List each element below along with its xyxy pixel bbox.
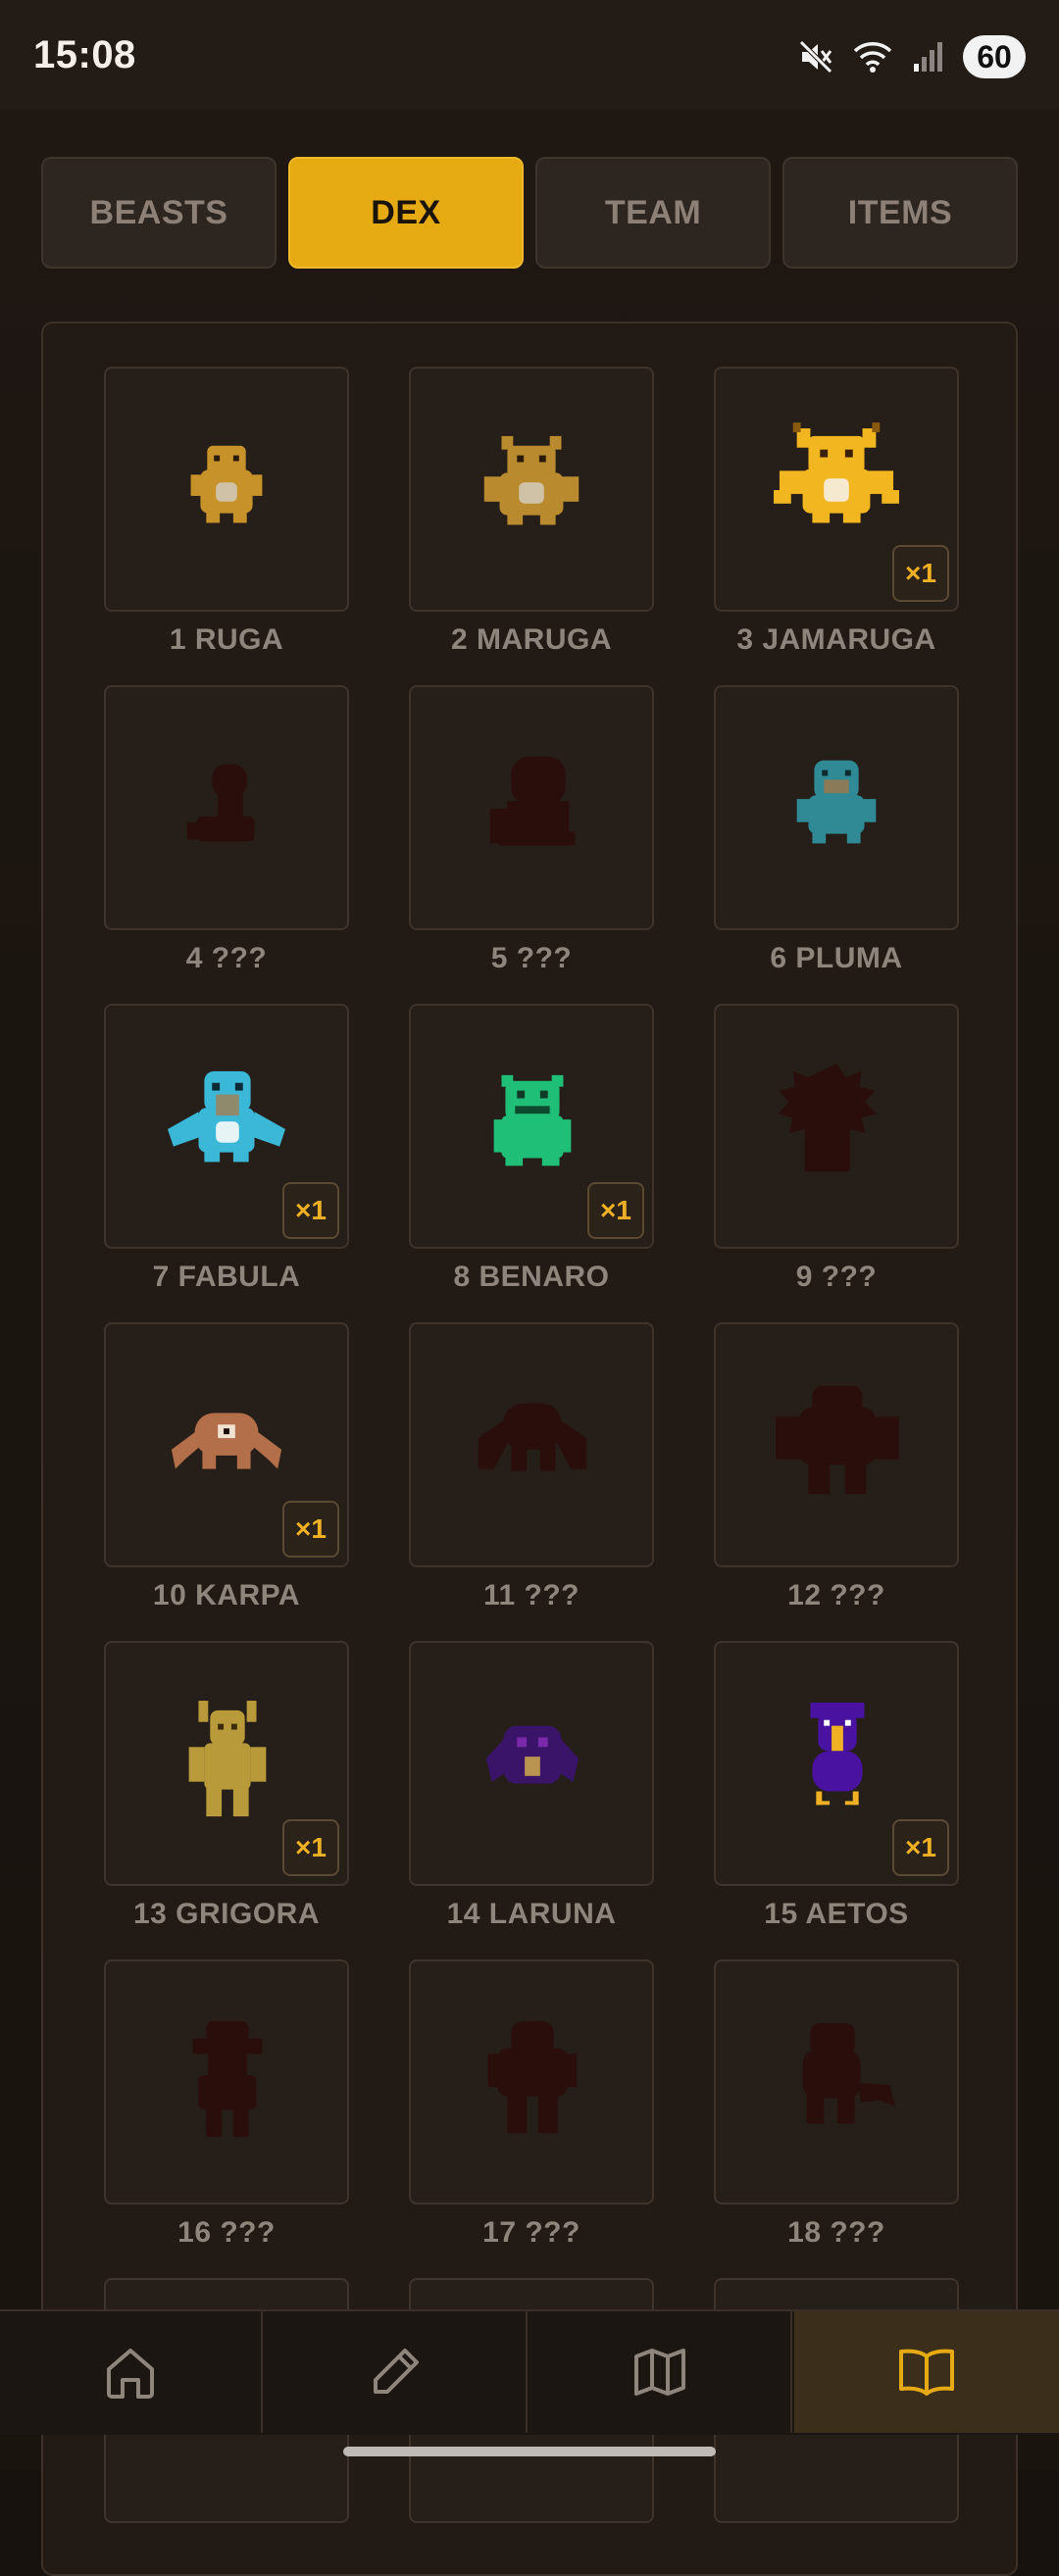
dex-sprite-frame: ×1 xyxy=(714,367,959,612)
silhouette-crab-sprite xyxy=(478,1403,587,1471)
dex-entry-label: 17 ??? xyxy=(482,2216,580,2249)
dex-sprite-frame xyxy=(714,1959,959,2204)
dex-entry-label: 8 BENARO xyxy=(453,1261,610,1293)
count-badge: ×1 xyxy=(892,545,949,602)
status-time: 15:08 xyxy=(33,33,136,76)
silhouette-spiky-sprite xyxy=(777,1064,878,1172)
dex-entry-label: 15 AETOS xyxy=(764,1898,909,1930)
book-icon xyxy=(899,2349,954,2396)
tab-items[interactable]: ITEMS xyxy=(782,157,1018,269)
dex-entry-label: 13 GRIGORA xyxy=(132,1898,321,1930)
silhouette-ogre-sprite xyxy=(487,2021,578,2134)
dex-sprite-frame xyxy=(714,1322,959,1567)
silhouette-hat-sprite xyxy=(192,2021,263,2138)
mute-icon xyxy=(799,40,832,74)
ruga-sprite xyxy=(190,445,263,523)
dex-entry-label: 11 ??? xyxy=(482,1579,580,1611)
dex-sprite-frame: ×1 xyxy=(104,1641,349,1886)
dex-entry[interactable]: 2 MARUGA xyxy=(409,367,654,682)
tab-dex[interactable]: DEX xyxy=(288,157,524,269)
dex-entry[interactable]: ×1 15 AETOS xyxy=(714,1641,959,1957)
dex-entry-label: 10 KARPA xyxy=(152,1579,301,1611)
dex-entry[interactable]: 1 RUGA xyxy=(104,367,349,682)
nav-edit-button[interactable] xyxy=(265,2311,528,2433)
dex-sprite-frame xyxy=(714,685,959,930)
dex-entry[interactable]: 5 ??? xyxy=(409,685,654,1001)
dex-sprite-frame xyxy=(409,685,654,930)
nav-home-button[interactable] xyxy=(0,2311,263,2433)
dex-entry-label: 6 PLUMA xyxy=(770,942,903,974)
map-icon xyxy=(634,2349,685,2396)
dex-entry-label: 16 ??? xyxy=(177,2216,276,2249)
dex-sprite-frame xyxy=(409,1959,654,2204)
status-icons: 60 xyxy=(798,33,1026,80)
dex-entry[interactable]: 12 ??? xyxy=(714,1322,959,1638)
dex-entry[interactable]: ×1 13 GRIGORA xyxy=(104,1641,349,1957)
battery-indicator: 60 xyxy=(963,35,1026,78)
dex-entry[interactable]: 4 ??? xyxy=(104,685,349,1001)
silhouette-small-sprite xyxy=(186,764,255,842)
app-area: BEASTS DEX TEAM ITEMS 1 RUGA 2 MARUGA ×1 3 … xyxy=(0,110,1059,2576)
dex-entry-label: 5 ??? xyxy=(490,942,573,974)
pencil-icon xyxy=(374,2349,419,2394)
dex-sprite-frame: ×1 xyxy=(104,1322,349,1567)
dex-entry[interactable]: 11 ??? xyxy=(409,1322,654,1638)
status-bar: 15:08 60 xyxy=(0,0,1059,110)
count-badge: ×1 xyxy=(282,1501,339,1558)
count-badge: ×1 xyxy=(282,1819,339,1876)
dex-entry-label: 1 RUGA xyxy=(169,623,284,656)
dex-sprite-frame xyxy=(104,1959,349,2204)
dex-entry[interactable]: 6 PLUMA xyxy=(714,685,959,1001)
dex-panel: 1 RUGA 2 MARUGA ×1 3 JAMARUGA 4 ??? 5 ??? 6 PL… xyxy=(41,322,1018,2576)
home-icon xyxy=(107,2349,154,2399)
dex-sprite-frame xyxy=(409,1641,654,1886)
dex-entry-label: 2 MARUGA xyxy=(450,623,612,656)
count-badge: ×1 xyxy=(892,1819,949,1876)
signal-icon xyxy=(914,42,942,72)
dex-entry[interactable]: 9 ??? xyxy=(714,1004,959,1319)
count-badge: ×1 xyxy=(282,1182,339,1239)
dex-sprite-frame xyxy=(104,685,349,930)
dex-entry[interactable]: 16 ??? xyxy=(104,1959,349,2275)
dex-entry-label: 9 ??? xyxy=(795,1261,878,1293)
tab-beasts[interactable]: BEASTS xyxy=(41,157,277,269)
dex-entry-label: 18 ??? xyxy=(787,2216,885,2249)
dex-entry[interactable]: ×1 10 KARPA xyxy=(104,1322,349,1638)
dex-sprite-frame xyxy=(409,367,654,612)
dex-sprite-frame: ×1 xyxy=(409,1004,654,1249)
dex-sprite-frame xyxy=(409,1322,654,1567)
dex-entry[interactable]: 17 ??? xyxy=(409,1959,654,2275)
nav-map-button[interactable] xyxy=(530,2311,792,2433)
dex-sprite-frame xyxy=(104,367,349,612)
dex-entry-label: 7 FABULA xyxy=(152,1261,301,1293)
dex-sprite-frame xyxy=(714,1004,959,1249)
wifi-icon xyxy=(853,42,892,73)
dex-entry-label: 14 LARUNA xyxy=(446,1898,617,1930)
dex-entry[interactable]: ×1 3 JAMARUGA xyxy=(714,367,959,682)
dex-entry-label: 12 ??? xyxy=(787,1579,885,1611)
dex-entry-label: 3 JAMARUGA xyxy=(736,623,936,656)
silhouette-brute-sprite xyxy=(776,1385,899,1495)
dex-entry[interactable]: 18 ??? xyxy=(714,1959,959,2275)
dex-sprite-frame: ×1 xyxy=(104,1004,349,1249)
nav-dex-button[interactable] xyxy=(794,2311,1059,2433)
dex-entry[interactable]: ×1 8 BENARO xyxy=(409,1004,654,1319)
count-badge: ×1 xyxy=(587,1182,644,1239)
dex-sprite-frame: ×1 xyxy=(714,1641,959,1886)
bottom-nav xyxy=(0,2309,1059,2435)
tab-team[interactable]: TEAM xyxy=(535,157,771,269)
tab-bar: BEASTS DEX TEAM ITEMS xyxy=(41,157,1018,271)
silhouette-medium-sprite xyxy=(489,756,576,846)
home-indicator xyxy=(343,2447,716,2456)
pluma-sprite xyxy=(796,760,877,844)
dex-entry-label: 4 ??? xyxy=(185,942,268,974)
dex-entry[interactable]: ×1 7 FABULA xyxy=(104,1004,349,1319)
laruna-sprite xyxy=(485,1725,580,1784)
maruga-sprite xyxy=(483,435,580,525)
silhouette-lizard-sprite xyxy=(802,2022,896,2124)
dex-entry[interactable]: 14 LARUNA xyxy=(409,1641,654,1957)
